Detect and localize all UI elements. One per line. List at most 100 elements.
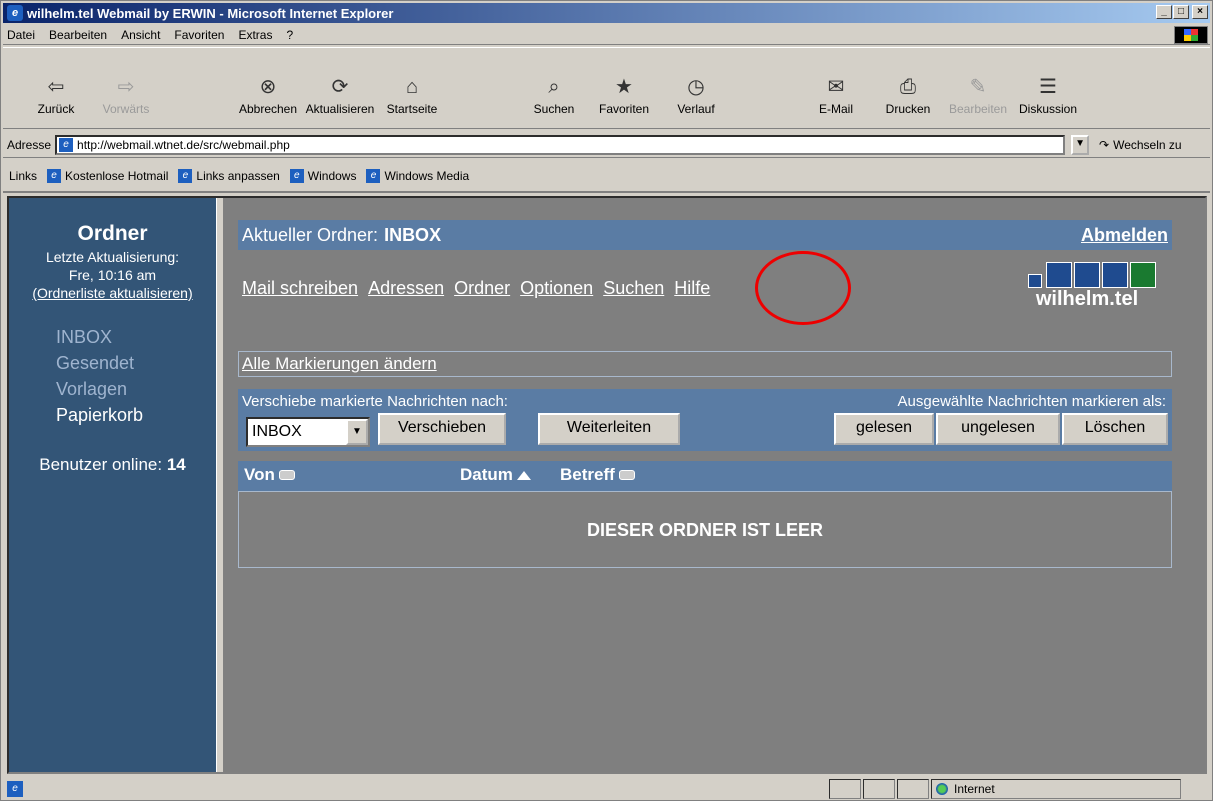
toolbar: ⇦ Zurück ⇨ Vorwärts ⊗ Abbrechen ⟳ Aktualisieren… bbox=[3, 47, 1210, 129]
column-subject[interactable]: Betreff bbox=[560, 465, 635, 485]
column-from-label: Von bbox=[244, 465, 275, 484]
address-dropdown[interactable]: ▼ bbox=[1071, 134, 1090, 155]
page-icon: e bbox=[59, 137, 74, 152]
nav-options[interactable]: Optionen bbox=[520, 278, 593, 299]
last-update-label: Letzte Aktualisierung: bbox=[45, 249, 180, 265]
refresh-folder-list-link[interactable]: (Ordnerliste aktualisieren) bbox=[9, 284, 216, 302]
maximize-button[interactable]: □ bbox=[1173, 5, 1189, 19]
folder-header: Aktueller Ordner: INBOX Abmelden bbox=[238, 220, 1172, 250]
link-windows[interactable]: e Windows bbox=[289, 169, 356, 183]
link-hotmail[interactable]: e Kostenlose Hotmail bbox=[47, 169, 168, 183]
folder-list: INBOX Gesendet Vorlagen Papierkorb bbox=[9, 324, 216, 428]
nav-compose[interactable]: Mail schreiben bbox=[242, 278, 358, 299]
toolbar-favorites-button[interactable]: ★ Favoriten bbox=[589, 50, 659, 128]
column-from[interactable]: Von bbox=[244, 465, 295, 485]
forward-button[interactable]: Weiterleiten bbox=[538, 413, 680, 445]
toolbar-discussion-button[interactable]: ☰ Diskussion bbox=[1013, 50, 1083, 128]
menu-favoriten[interactable]: Favoriten bbox=[174, 28, 224, 42]
status-cell bbox=[863, 779, 895, 799]
column-date-label: Datum bbox=[460, 465, 513, 484]
folder-drafts[interactable]: Vorlagen bbox=[56, 376, 216, 402]
page-content: Ordner Letzte Aktualisierung: Fre, 10:16… bbox=[7, 196, 1207, 774]
folder-sent[interactable]: Gesendet bbox=[56, 350, 216, 376]
menu-datei[interactable]: Datei bbox=[7, 28, 35, 42]
nav-addresses[interactable]: Adressen bbox=[368, 278, 444, 299]
move-button[interactable]: Verschieben bbox=[378, 413, 506, 445]
nav-search[interactable]: Suchen bbox=[603, 278, 664, 299]
menu-bearbeiten[interactable]: Bearbeiten bbox=[49, 28, 107, 42]
nav-folders[interactable]: Ordner bbox=[454, 278, 510, 299]
toolbar-label: Diskussion bbox=[1018, 102, 1078, 116]
link-customize[interactable]: e Links anpassen bbox=[178, 169, 280, 183]
status-bar: e Internet bbox=[3, 777, 1210, 800]
address-label: Adresse bbox=[7, 137, 52, 152]
sort-toggle-icon[interactable] bbox=[618, 470, 635, 480]
ie-logo-icon: e bbox=[7, 5, 23, 21]
nav-help[interactable]: Hilfe bbox=[674, 278, 710, 299]
column-date[interactable]: Datum bbox=[460, 465, 531, 485]
search-icon: ⌕ bbox=[548, 76, 560, 98]
toolbar-home-button[interactable]: ⌂ Startseite bbox=[377, 50, 447, 128]
toolbar-print-button[interactable]: ⎙ Drucken bbox=[873, 50, 943, 128]
toolbar-label: E-Mail bbox=[818, 102, 853, 116]
mark-read-button[interactable]: gelesen bbox=[834, 413, 934, 445]
folder-sidebar: Ordner Letzte Aktualisierung: Fre, 10:16… bbox=[9, 198, 216, 772]
logout-link[interactable]: Abmelden bbox=[1081, 225, 1168, 246]
menu-help[interactable]: ? bbox=[286, 28, 293, 42]
message-table-header: Von Datum Betreff bbox=[238, 461, 1172, 491]
toggle-all-bar: Alle Markierungen ändern bbox=[238, 351, 1172, 377]
message-actions: Verschiebe markierte Nachrichten nach: A… bbox=[238, 389, 1172, 451]
toolbar-history-button[interactable]: ◷ Verlauf bbox=[661, 50, 731, 128]
folder-trash[interactable]: Papierkorb bbox=[56, 402, 216, 428]
current-folder-name: INBOX bbox=[384, 224, 442, 245]
ie-status-icon: e bbox=[7, 780, 23, 797]
toolbar-back-arrow-button[interactable]: ⇦ Zurück bbox=[21, 50, 91, 128]
link-windows-media[interactable]: e Windows Media bbox=[366, 169, 469, 183]
ie-page-icon: e bbox=[366, 169, 381, 183]
toggle-all-link[interactable]: Alle Markierungen ändern bbox=[242, 354, 437, 374]
stop-icon: ⊗ bbox=[259, 76, 277, 98]
sort-toggle-icon[interactable] bbox=[278, 470, 295, 480]
address-bar: Adresse e http://webmail.wtnet.de/src/we… bbox=[3, 132, 1210, 158]
go-label: Wechseln zu bbox=[1113, 137, 1182, 152]
toolbar-mail-button[interactable]: ✉ E-Mail bbox=[801, 50, 871, 128]
minimize-button[interactable]: _ bbox=[1156, 5, 1172, 19]
menu-extras[interactable]: Extras bbox=[238, 28, 272, 42]
users-online: Benutzer online: 14 bbox=[9, 454, 216, 476]
ie-page-icon: e bbox=[47, 169, 62, 183]
toolbar-label: Suchen bbox=[533, 102, 575, 116]
last-update-value: Fre, 10:16 am bbox=[68, 267, 157, 283]
toolbar-forward-arrow-button[interactable]: ⇨ Vorwärts bbox=[91, 50, 161, 128]
close-button[interactable]: × bbox=[1192, 5, 1208, 19]
toolbar-label: Vorwärts bbox=[102, 102, 150, 116]
sort-ascending-icon[interactable] bbox=[516, 470, 531, 480]
menu-ansicht[interactable]: Ansicht bbox=[121, 28, 160, 42]
move-folder-select[interactable]: INBOX ▼ bbox=[246, 417, 370, 447]
toolbar-label: Aktualisieren bbox=[305, 102, 375, 116]
frame-splitter[interactable] bbox=[216, 198, 224, 772]
logo-square-green bbox=[1130, 262, 1156, 288]
windows-logo-icon bbox=[1174, 26, 1208, 44]
title-bar: e wilhelm.tel Webmail by ERWIN - Microso… bbox=[3, 3, 1210, 23]
address-input[interactable]: e http://webmail.wtnet.de/src/webmail.ph… bbox=[55, 134, 1066, 155]
toolbar-stop-button[interactable]: ⊗ Abbrechen bbox=[233, 50, 303, 128]
go-button[interactable]: ↷ Wechseln zu bbox=[1099, 138, 1182, 152]
links-bar: Links e Kostenlose Hotmail e Links anpasse… bbox=[3, 161, 1210, 193]
toolbar-label: Drucken bbox=[885, 102, 931, 116]
status-cell bbox=[897, 779, 929, 799]
toolbar-refresh-button[interactable]: ⟳ Aktualisieren bbox=[305, 50, 375, 128]
empty-folder-message: DIESER ORDNER IST LEER bbox=[586, 520, 824, 540]
toolbar-search-button[interactable]: ⌕ Suchen bbox=[519, 50, 589, 128]
delete-button[interactable]: Löschen bbox=[1062, 413, 1168, 445]
folder-inbox[interactable]: INBOX bbox=[56, 324, 216, 350]
ie-page-icon: e bbox=[178, 169, 193, 183]
forward-arrow-icon: ⇨ bbox=[117, 76, 135, 98]
logo-square bbox=[1074, 262, 1100, 288]
toolbar-edit-button[interactable]: ✎ Bearbeiten bbox=[943, 50, 1013, 128]
mark-unread-button[interactable]: ungelesen bbox=[936, 413, 1060, 445]
main-nav: Mail schreiben Adressen Ordner Optionen … bbox=[242, 278, 710, 299]
zone-label: Internet bbox=[954, 782, 995, 796]
print-icon: ⎙ bbox=[900, 76, 916, 98]
last-update: Letzte Aktualisierung: Fre, 10:16 am (Or… bbox=[9, 248, 216, 302]
favorites-icon: ★ bbox=[615, 76, 633, 98]
